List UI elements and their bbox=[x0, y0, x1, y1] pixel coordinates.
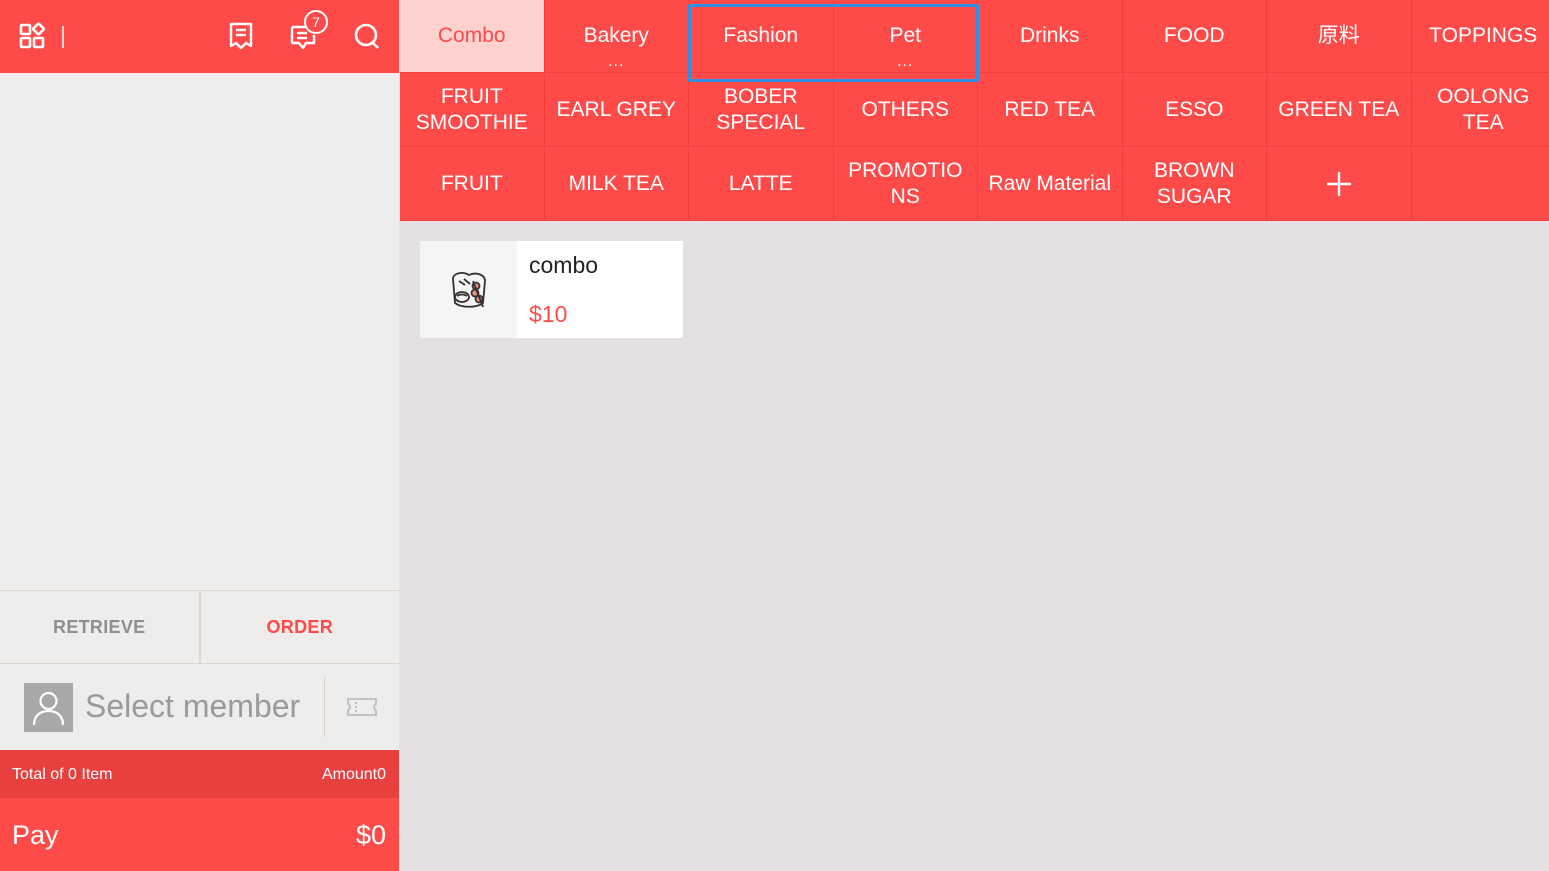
category-label: TOPPINGS bbox=[1429, 24, 1538, 48]
category-label: EARL GREY bbox=[556, 97, 676, 121]
category-tab-drinks[interactable]: Drinks bbox=[978, 0, 1123, 73]
category-label: Bakery bbox=[583, 24, 649, 48]
coupon-icon[interactable] bbox=[346, 696, 378, 723]
apps-grid-icon[interactable] bbox=[14, 18, 50, 54]
category-label: OTHERS bbox=[861, 97, 949, 121]
category-tab-red-tea[interactable]: RED TEA bbox=[978, 73, 1123, 147]
cart-action-row: RETRIEVE ORDER bbox=[0, 590, 399, 664]
category-label: FRUIT SMOOTHIE bbox=[415, 85, 528, 134]
amount-label: Amount0 bbox=[321, 766, 386, 783]
category-tab-earl-grey[interactable]: EARL GREY bbox=[544, 73, 689, 147]
pay-label: Pay bbox=[12, 820, 59, 850]
plus-icon bbox=[1326, 171, 1351, 196]
cart-list-area bbox=[0, 73, 399, 590]
category-tab-toppings[interactable]: TOPPINGS bbox=[1411, 0, 1549, 73]
category-tab-bober-special[interactable]: BOBER SPECIAL bbox=[689, 73, 834, 147]
more-icon: ... bbox=[897, 53, 914, 70]
category-tab-fruit-smoothie[interactable]: FRUIT SMOOTHIE bbox=[400, 73, 545, 147]
category-tab-others[interactable]: OTHERS bbox=[833, 73, 978, 147]
category-tab-green-tea[interactable]: GREEN TEA bbox=[1267, 73, 1412, 147]
order-panel: 7 RETRIEVE ORDER Select member Total of … bbox=[0, 0, 399, 871]
category-label: FRUIT bbox=[440, 171, 503, 195]
toolbar-divider bbox=[62, 26, 64, 48]
pay-button[interactable]: Pay $0 bbox=[0, 798, 399, 871]
more-icon: ... bbox=[608, 53, 625, 70]
category-label: GREEN TEA bbox=[1278, 97, 1400, 121]
order-panel-toolbar: 7 bbox=[0, 0, 399, 73]
receipt-icon[interactable] bbox=[223, 18, 259, 54]
category-label: ESSO bbox=[1165, 97, 1224, 121]
category-label: RED TEA bbox=[1004, 97, 1096, 121]
category-tab-bakery[interactable]: Bakery... bbox=[544, 0, 689, 73]
category-tab-combo[interactable]: Combo bbox=[400, 0, 545, 73]
category-label: Pet bbox=[889, 24, 922, 48]
search-icon[interactable] bbox=[349, 18, 385, 54]
category-label: Combo bbox=[437, 24, 506, 48]
item-count-label: Total of 0 Item bbox=[12, 766, 113, 783]
category-tab-pet[interactable]: Pet... bbox=[833, 0, 978, 73]
product-price: $10 bbox=[529, 301, 568, 327]
category-tab-oolong-tea[interactable]: OOLONG TEA bbox=[1411, 73, 1549, 147]
category-tab-latte[interactable]: LATTE bbox=[689, 147, 834, 221]
add-category-button[interactable] bbox=[1267, 147, 1412, 221]
select-member-label[interactable]: Select member bbox=[85, 688, 300, 725]
category-label: OOLONG TEA bbox=[1437, 85, 1530, 134]
category-label: Raw Material bbox=[988, 171, 1112, 195]
category-label: MILK TEA bbox=[568, 171, 664, 195]
category-label: 原料 bbox=[1317, 24, 1360, 48]
product-panel: Combo Bakery... Fashion Pet... Drinks FO… bbox=[400, 0, 1549, 871]
member-selector[interactable]: Select member bbox=[0, 664, 399, 750]
category-tab-promotions[interactable]: PROMOTIONS bbox=[833, 147, 978, 221]
retrieve-button[interactable]: RETRIEVE bbox=[0, 591, 201, 663]
order-button[interactable]: ORDER bbox=[201, 591, 400, 663]
category-tab-food[interactable]: FOOD bbox=[1122, 0, 1267, 73]
order-total-bar: Total of 0 Item Amount0 bbox=[0, 750, 399, 798]
combo-food-icon bbox=[420, 241, 517, 338]
category-label: FOOD bbox=[1163, 24, 1225, 48]
category-label: Drinks bbox=[1019, 24, 1080, 48]
category-tab-raw-material-cn[interactable]: 原料 bbox=[1267, 0, 1412, 73]
category-label: BROWN SUGAR bbox=[1154, 159, 1235, 208]
category-tab-raw-material[interactable]: Raw Material bbox=[978, 147, 1123, 221]
notification-badge: 7 bbox=[304, 10, 328, 34]
category-tab-milk-tea[interactable]: MILK TEA bbox=[544, 147, 689, 221]
product-name: combo bbox=[529, 252, 599, 278]
category-label: Fashion bbox=[723, 24, 799, 48]
category-label: BOBER SPECIAL bbox=[716, 85, 806, 134]
empty-category-cell bbox=[1411, 147, 1549, 221]
pay-amount: $0 bbox=[355, 820, 386, 850]
category-tab-fashion[interactable]: Fashion bbox=[689, 0, 834, 73]
product-card[interactable]: combo $10 bbox=[420, 241, 683, 338]
category-tab-esso[interactable]: ESSO bbox=[1122, 73, 1267, 147]
avatar bbox=[24, 683, 73, 732]
category-tab-fruit[interactable]: FRUIT bbox=[400, 147, 545, 221]
category-tab-brown-sugar[interactable]: BROWN SUGAR bbox=[1122, 147, 1267, 221]
member-divider bbox=[324, 677, 325, 737]
category-label: LATTE bbox=[728, 171, 793, 195]
category-label: PROMOTIONS bbox=[848, 159, 963, 208]
category-grid: Combo Bakery... Fashion Pet... Drinks FO… bbox=[400, 0, 1549, 221]
